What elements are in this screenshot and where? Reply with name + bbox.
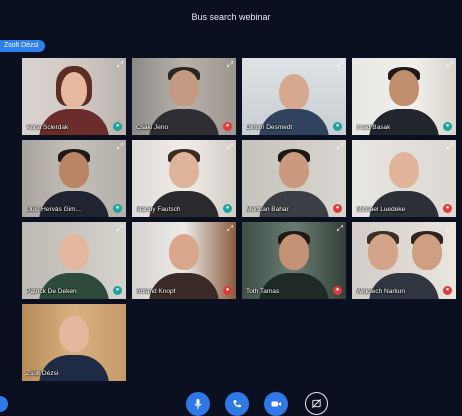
- participant-name: Zsolt Dézsi: [26, 370, 59, 377]
- participant-name: Mertcan Bahar: [246, 206, 289, 213]
- expand-icon[interactable]: ⤢: [227, 143, 233, 151]
- hangup-button[interactable]: [225, 392, 249, 416]
- expand-icon[interactable]: ⤢: [447, 143, 453, 151]
- microphone-on-icon: ●: [113, 204, 122, 213]
- microphone-on-icon: ●: [113, 286, 122, 295]
- video-grid: ⤢ Anna Sclerdak ● ⤢ Csaki Jeno ● ⤢ Dimit…: [22, 58, 456, 386]
- participant-tile[interactable]: ⤢ Patrick De Deken ●: [22, 222, 126, 299]
- participant-name: Michael Luedeke: [356, 206, 406, 213]
- microphone-button[interactable]: [186, 392, 210, 416]
- participant-name: Dimitri Desmedt: [246, 124, 293, 131]
- microphone-off-icon: ●: [443, 204, 452, 213]
- participant-name: Lluis Hervás Gim...: [26, 206, 81, 213]
- microphone-off-icon: ●: [443, 286, 452, 295]
- window-title: Bus search webinar: [191, 12, 271, 22]
- title-bar: Bus search webinar: [0, 0, 462, 34]
- microphone-off-icon: ●: [223, 286, 232, 295]
- video-camera-icon: [271, 401, 281, 407]
- call-controls: [0, 392, 462, 416]
- participant-tile[interactable]: ⤢ Wojciech Narkun ●: [352, 222, 456, 299]
- participant-name: Mandy Fautsch: [136, 206, 181, 213]
- participant-name: Patrick De Deken: [26, 288, 77, 295]
- screen-share-off-icon: [312, 399, 321, 408]
- participant-name: Roland Knopf: [136, 288, 176, 295]
- participant-tile[interactable]: ⤢ Toth Tamas ●: [242, 222, 346, 299]
- expand-icon[interactable]: ⤢: [337, 225, 343, 233]
- presenter-tag: Zsolt Dézsi: [0, 40, 45, 52]
- microphone-on-icon: ●: [223, 204, 232, 213]
- participant-tile[interactable]: ⤢ Anna Sclerdak ●: [22, 58, 126, 135]
- expand-icon[interactable]: ⤢: [447, 225, 453, 233]
- expand-icon[interactable]: ⤢: [447, 61, 453, 69]
- microphone-off-icon: ●: [333, 286, 342, 295]
- participant-name: Wojciech Narkun: [356, 288, 406, 295]
- participant-name: Csaki Jeno: [136, 124, 169, 131]
- participant-tile[interactable]: ⤢ Irsad Basak ●: [352, 58, 456, 135]
- expand-icon[interactable]: ⤢: [227, 225, 233, 233]
- participant-tile[interactable]: Zsolt Dézsi: [22, 304, 126, 381]
- participant-name: Anna Sclerdak: [26, 124, 69, 131]
- expand-icon[interactable]: ⤢: [337, 61, 343, 69]
- expand-icon[interactable]: ⤢: [337, 143, 343, 151]
- participant-name: Irsad Basak: [356, 124, 391, 131]
- phone-icon: [233, 400, 241, 408]
- participant-tile[interactable]: ⤢ Dimitri Desmedt ●: [242, 58, 346, 135]
- participant-tile[interactable]: ⤢ Roland Knopf ●: [132, 222, 236, 299]
- microphone-on-icon: ●: [333, 122, 342, 131]
- microphone-off-icon: ●: [333, 204, 342, 213]
- participant-name: Toth Tamas: [246, 288, 280, 295]
- expand-icon[interactable]: ⤢: [117, 143, 123, 151]
- screen-share-button[interactable]: [305, 392, 328, 415]
- expand-icon[interactable]: ⤢: [117, 61, 123, 69]
- microphone-icon: [194, 399, 202, 409]
- expand-icon[interactable]: ⤢: [117, 225, 123, 233]
- participant-tile[interactable]: ⤢ Michael Luedeke ●: [352, 140, 456, 217]
- participant-tile[interactable]: ⤢ Mandy Fautsch ●: [132, 140, 236, 217]
- participant-tile[interactable]: ⤢ Mertcan Bahar ●: [242, 140, 346, 217]
- participant-tile[interactable]: ⤢ Lluis Hervás Gim... ●: [22, 140, 126, 217]
- microphone-on-icon: ●: [113, 122, 122, 131]
- microphone-on-icon: ●: [443, 122, 452, 131]
- expand-icon[interactable]: ⤢: [227, 61, 233, 69]
- participant-tile[interactable]: ⤢ Csaki Jeno ●: [132, 58, 236, 135]
- camera-button[interactable]: [264, 392, 288, 416]
- microphone-off-icon: ●: [223, 122, 232, 131]
